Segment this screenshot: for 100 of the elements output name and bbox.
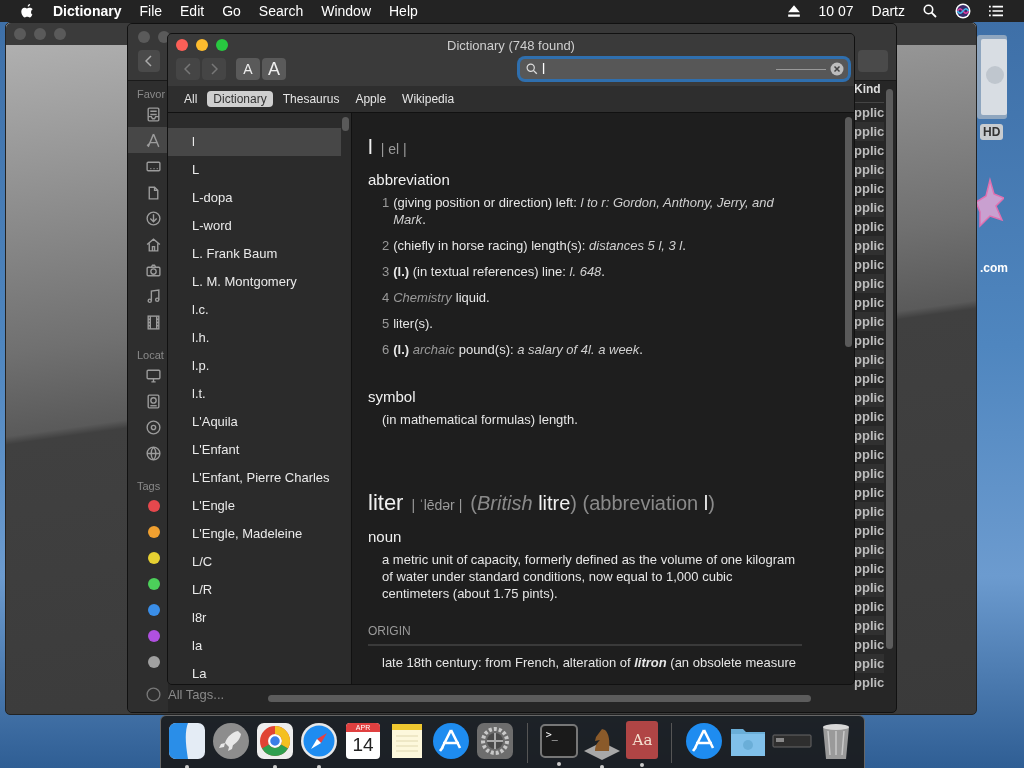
- desktop-label[interactable]: HD: [980, 124, 1004, 140]
- tag-dot[interactable]: [148, 630, 160, 642]
- section-label: ORIGIN: [368, 624, 802, 646]
- result-item[interactable]: L'Enfant: [168, 436, 341, 464]
- result-item[interactable]: l.t.: [168, 380, 341, 408]
- variant-forms: (British litre) (abbreviation l): [470, 492, 715, 515]
- zoom-button[interactable]: [216, 39, 228, 51]
- font-smaller-button[interactable]: A: [236, 58, 260, 80]
- tag-dot[interactable]: [148, 656, 160, 668]
- definition: Chemistry liquid.: [393, 289, 490, 306]
- result-item[interactable]: la: [168, 632, 341, 660]
- result-item[interactable]: L'Enfant, Pierre Charles: [168, 464, 341, 492]
- result-item[interactable]: L/R: [168, 576, 341, 604]
- tag-dot[interactable]: [148, 604, 160, 616]
- app-menu[interactable]: Dictionary: [53, 3, 131, 19]
- book-icon[interactable]: Aa: [626, 721, 659, 759]
- tag-dot[interactable]: [148, 578, 160, 590]
- result-item[interactable]: La: [168, 660, 341, 684]
- definition: a metric unit of capacity, formerly defined as the volume of one kilogram of water under standard conditions, now equal to 1,000 cubic centimeters (about 1.75 pints).: [382, 551, 797, 602]
- sidebar-heading: Locat: [136, 348, 165, 362]
- sidebar-item[interactable]: [128, 127, 168, 153]
- result-item[interactable]: L'Aquila: [168, 408, 341, 436]
- table-cell: pplic: [854, 122, 884, 141]
- scope-tab[interactable]: Apple: [349, 91, 393, 107]
- result-item[interactable]: L'Engle: [168, 492, 341, 520]
- apple-icon[interactable]: [20, 3, 35, 19]
- tag-dot[interactable]: [148, 552, 160, 564]
- tag-dot[interactable]: [148, 500, 160, 512]
- letter-a-icon[interactable]: [431, 721, 471, 761]
- scope-tab[interactable]: Thesaurus: [276, 91, 346, 107]
- result-item[interactable]: l.h.: [168, 324, 341, 352]
- compass-icon[interactable]: [299, 721, 339, 761]
- sense-number: 6: [382, 341, 390, 358]
- origin-text: late 18th century: from French, alteration of litron (an obsolete measure: [381, 654, 798, 670]
- menu-item[interactable]: Help: [380, 3, 427, 19]
- scope-tab[interactable]: All: [178, 91, 204, 107]
- scope-tab[interactable]: Wikipedia: [396, 91, 461, 107]
- result-item[interactable]: L-dopa: [168, 184, 341, 212]
- minimize-button[interactable]: [196, 39, 208, 51]
- tags-icon: [145, 686, 162, 703]
- user-name[interactable]: Dartz: [862, 3, 914, 19]
- siri-icon[interactable]: [955, 3, 971, 19]
- back-button[interactable]: [138, 50, 160, 72]
- definition: (l.) (in textual references) line: l. 648.: [393, 263, 605, 280]
- font-larger-button[interactable]: A: [262, 58, 286, 80]
- clear-icon[interactable]: [830, 62, 844, 76]
- table-cell-text: pplic: [854, 256, 884, 274]
- result-item[interactable]: L'Engle, Madeleine: [168, 520, 341, 548]
- close-button[interactable]: [176, 39, 188, 51]
- menu-item[interactable]: Edit: [171, 3, 214, 19]
- sense-number: 3: [382, 263, 390, 280]
- part-of-speech: abbreviation: [368, 171, 451, 188]
- eject-icon[interactable]: [786, 4, 801, 18]
- chevron-right-icon: [210, 63, 218, 75]
- tag-dot[interactable]: [148, 526, 160, 538]
- table-cell-text: pplic: [854, 522, 884, 540]
- film-icon: [145, 313, 162, 331]
- desktop-label[interactable]: .com: [980, 261, 1008, 275]
- table-cell-text: pplic: [854, 104, 884, 122]
- sense-number: 1: [382, 194, 390, 212]
- table-cell: pplic: [854, 502, 884, 521]
- result-item[interactable]: l8r: [168, 604, 341, 632]
- letter-a-icon[interactable]: [684, 721, 724, 761]
- window-control[interactable]: [158, 31, 170, 43]
- menu-item[interactable]: Go: [213, 3, 250, 19]
- result-item[interactable]: L/C: [168, 548, 341, 576]
- scrollbar[interactable]: [886, 89, 893, 649]
- table-cell-text: pplic: [854, 598, 884, 616]
- definition: (chiefly in horse racing) length(s): distances 5 l, 3 l.: [393, 237, 686, 254]
- table-cell-text: pplic: [854, 408, 884, 426]
- scrollbar[interactable]: [268, 695, 811, 702]
- scrollbar[interactable]: [342, 117, 349, 131]
- search-field[interactable]: l: [520, 59, 848, 79]
- table-cell-text: pplic: [854, 332, 884, 350]
- menu-item[interactable]: File: [130, 3, 172, 19]
- sidebar-heading: Tags: [136, 479, 162, 493]
- result-item[interactable]: L-word: [168, 212, 341, 240]
- menu-item[interactable]: Search: [249, 3, 313, 19]
- rocket-icon[interactable]: [211, 721, 251, 761]
- table-cell: pplic: [854, 236, 884, 255]
- split-tile-icon[interactable]: [167, 721, 207, 761]
- scrollbar[interactable]: [845, 117, 852, 347]
- apps-icon: [145, 131, 162, 149]
- table-cell-text: pplic: [854, 560, 884, 578]
- result-item[interactable]: L. Frank Baum: [168, 240, 341, 268]
- gear-icon[interactable]: [475, 721, 515, 761]
- menu-icon[interactable]: [989, 4, 1003, 18]
- result-item[interactable]: L: [168, 156, 341, 184]
- result-item[interactable]: l.p.: [168, 352, 341, 380]
- result-item[interactable]: L. M. Montgomery: [168, 268, 341, 296]
- download-icon: [145, 209, 162, 227]
- menu-item[interactable]: Window: [312, 3, 380, 19]
- scope-tab[interactable]: Dictionary: [207, 91, 273, 107]
- search-icon[interactable]: [923, 4, 937, 18]
- result-item[interactable]: l: [168, 128, 341, 156]
- terminal-icon[interactable]: >_: [539, 724, 578, 758]
- result-item[interactable]: l.c.: [168, 296, 341, 324]
- headword: liter: [368, 490, 404, 516]
- menu-clock[interactable]: 10 07: [809, 3, 863, 19]
- sidebar-item[interactable]: All Tags...: [168, 687, 225, 702]
